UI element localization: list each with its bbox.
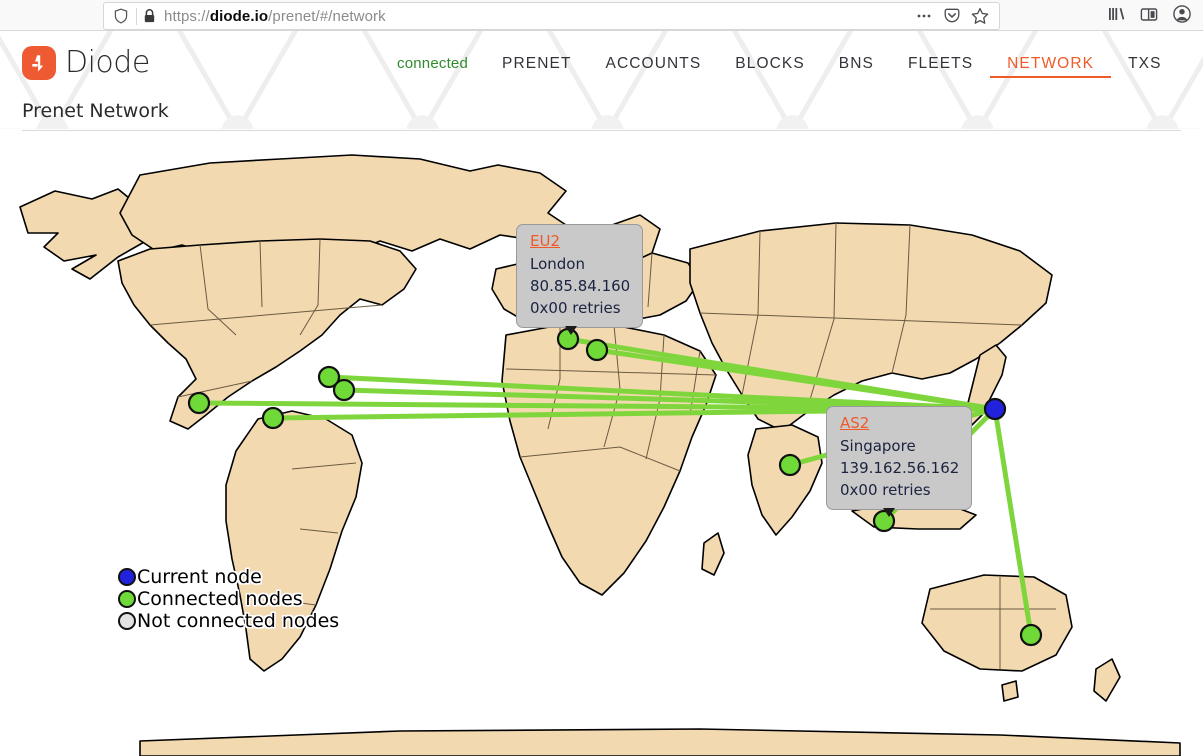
tooltip-as2-pointer [883, 508, 895, 517]
tooltip-eu2-retries: 0x00 retries [530, 297, 630, 319]
tooltip-eu2-ip: 80.85.84.160 [530, 275, 630, 297]
map-node-us-northeast-2[interactable] [334, 380, 354, 400]
ellipsis-icon[interactable] [911, 4, 937, 28]
url-path: /prenet/#/network [268, 8, 386, 25]
landmass [702, 533, 724, 575]
title-divider [22, 130, 1181, 131]
nav-item-blocks[interactable]: BLOCKS [718, 55, 822, 73]
landmass [1002, 681, 1018, 701]
map-node-oceania-sydney[interactable] [1021, 625, 1041, 645]
address-bar[interactable]: https://diode.io/prenet/#/network [103, 2, 1000, 30]
url-text[interactable]: https://diode.io/prenet/#/network [164, 8, 386, 25]
landmass [1094, 659, 1120, 701]
legend-label-current: Current node [137, 566, 262, 588]
brand-name: Diode [65, 45, 150, 80]
nav-item-accounts[interactable]: ACCOUNTS [589, 55, 719, 73]
nav-item-bns[interactable]: BNS [822, 55, 891, 73]
tooltip-eu2-pointer [565, 326, 577, 335]
shield-icon[interactable] [112, 7, 130, 25]
map-node-asia-japan[interactable] [985, 399, 1005, 419]
site-header: Diode connected PRENET ACCOUNTS BLOCKS B… [0, 31, 1203, 100]
legend-dot-connected [118, 590, 136, 608]
tooltip-as2-ip: 139.162.56.162 [840, 457, 959, 479]
browser-toolbar: https://diode.io/prenet/#/network [0, 0, 1203, 31]
page-title-wrap: Prenet Network [0, 100, 1203, 131]
nav-item-txs[interactable]: TXS [1111, 55, 1178, 73]
legend-current-node: Current node [118, 566, 339, 588]
legend-not-connected-nodes: Not connected nodes [118, 610, 339, 632]
tooltip-as2-retries: 0x00 retries [840, 479, 959, 501]
page-root: Diode connected PRENET ACCOUNTS BLOCKS B… [0, 31, 1203, 725]
nav-status-connected[interactable]: connected [380, 55, 485, 72]
brand[interactable]: Diode [22, 45, 150, 80]
map-node-us-southeast[interactable] [263, 408, 283, 428]
bookmark-star-icon[interactable] [967, 4, 993, 28]
tooltip-as2[interactable]: AS2 Singapore 139.162.56.162 0x00 retrie… [826, 406, 972, 510]
landmass [226, 411, 362, 671]
nav-item-prenet[interactable]: PRENET [485, 55, 588, 73]
pocket-save-icon[interactable] [939, 4, 965, 28]
nav-item-network[interactable]: NETWORK [990, 55, 1111, 78]
legend-label-not-connected: Not connected nodes [137, 610, 339, 632]
urlbar-divider [136, 8, 137, 25]
map-node-eu-central[interactable] [587, 340, 607, 360]
sidebar-icon[interactable] [1136, 2, 1162, 26]
map-legend: Current node Connected nodes Not connect… [118, 566, 339, 632]
url-host: diode.io [210, 8, 268, 25]
tooltip-as2-title[interactable]: AS2 [840, 414, 959, 432]
account-icon[interactable] [1169, 2, 1195, 26]
tooltip-as2-city: Singapore [840, 435, 959, 457]
diode-logo-icon [22, 46, 56, 80]
legend-connected-nodes: Connected nodes [118, 588, 339, 610]
legend-dot-not-connected [118, 612, 136, 630]
landmass [922, 575, 1072, 671]
nav-item-fleets[interactable]: FLEETS [891, 55, 990, 73]
network-map[interactable]: Current node Connected nodes Not connect… [0, 129, 1203, 756]
landmass [502, 325, 716, 595]
page-title: Prenet Network [22, 100, 1181, 122]
landmass [748, 425, 822, 535]
landmass [118, 239, 416, 429]
legend-label-connected: Connected nodes [137, 588, 303, 610]
tooltip-eu2-title[interactable]: EU2 [530, 232, 630, 250]
tooltip-eu2[interactable]: EU2 London 80.85.84.160 0x00 retries [516, 224, 643, 328]
library-icon[interactable] [1103, 2, 1129, 26]
tooltip-eu2-city: London [530, 253, 630, 275]
legend-dot-current [118, 568, 136, 586]
url-scheme: https:// [164, 8, 210, 25]
lock-icon[interactable] [142, 8, 157, 24]
map-node-us-west[interactable] [189, 393, 209, 413]
landmass [140, 729, 1180, 756]
main-nav: connected PRENET ACCOUNTS BLOCKS BNS FLE… [380, 55, 1179, 78]
map-node-asia-india[interactable] [780, 455, 800, 475]
